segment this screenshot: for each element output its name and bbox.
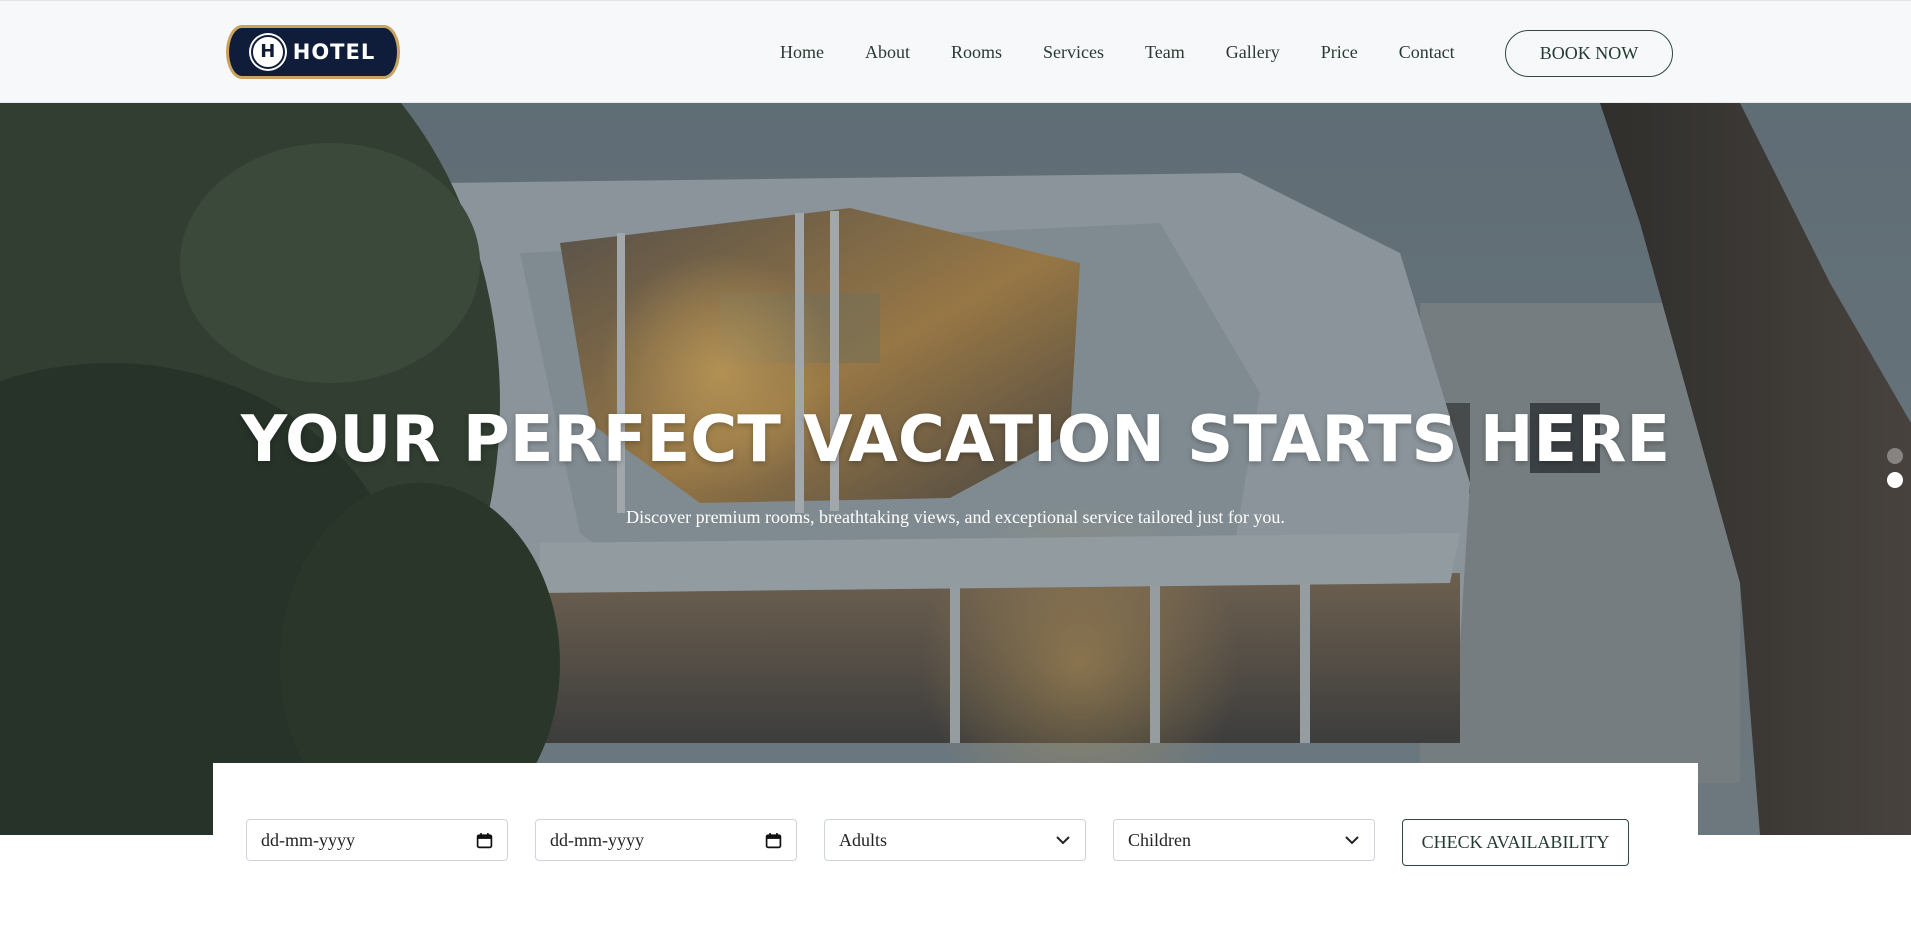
children-select-value: Children <box>1128 829 1191 850</box>
nav-link-home[interactable]: Home <box>780 42 824 63</box>
children-select[interactable]: Children <box>1113 819 1375 861</box>
nav-link-gallery[interactable]: Gallery <box>1226 42 1280 63</box>
hero-title: YOUR PERFECT VACATION STARTS HERE <box>240 403 1671 477</box>
calendar-icon[interactable] <box>765 832 782 849</box>
check-out-placeholder: dd-mm-yyyy <box>550 829 644 850</box>
logo-mark-letter: H <box>260 41 276 62</box>
check-in-date-input[interactable]: dd-mm-yyyy <box>246 819 508 861</box>
hero-subtitle: Discover premium rooms, breathtaking vie… <box>626 507 1285 527</box>
hero-banner: YOUR PERFECT VACATION STARTS HERE Discov… <box>0 103 1911 835</box>
slider-dots <box>1887 448 1903 488</box>
chevron-down-icon <box>1056 836 1070 845</box>
brand-logo[interactable]: H HOTEL <box>226 25 400 79</box>
check-in-placeholder: dd-mm-yyyy <box>261 829 355 850</box>
navbar: H HOTEL Home About Rooms Services Team G… <box>0 0 1911 103</box>
chevron-down-icon <box>1345 836 1359 845</box>
adults-select[interactable]: Adults <box>824 819 1086 861</box>
slider-dot-2[interactable] <box>1887 472 1903 488</box>
adults-select-value: Adults <box>839 829 888 850</box>
nav-link-rooms[interactable]: Rooms <box>951 42 1002 63</box>
nav-link-about[interactable]: About <box>865 42 910 63</box>
nav-link-price[interactable]: Price <box>1321 42 1358 63</box>
nav-menu: Home About Rooms Services Team Gallery P… <box>780 1 1455 104</box>
booking-form: dd-mm-yyyy dd-mm-yyyy Adults Children CH… <box>213 763 1698 925</box>
book-now-button[interactable]: BOOK NOW <box>1505 30 1673 77</box>
nav-link-team[interactable]: Team <box>1145 42 1185 63</box>
slider-dot-1[interactable] <box>1887 448 1903 464</box>
hotel-logo-icon: H <box>250 35 285 69</box>
nav-link-services[interactable]: Services <box>1043 42 1104 63</box>
calendar-icon[interactable] <box>476 832 493 849</box>
logo-text: HOTEL <box>292 40 376 64</box>
check-availability-button[interactable]: CHECK AVAILABILITY <box>1402 819 1629 866</box>
nav-link-contact[interactable]: Contact <box>1399 42 1455 63</box>
check-out-date-input[interactable]: dd-mm-yyyy <box>535 819 797 861</box>
